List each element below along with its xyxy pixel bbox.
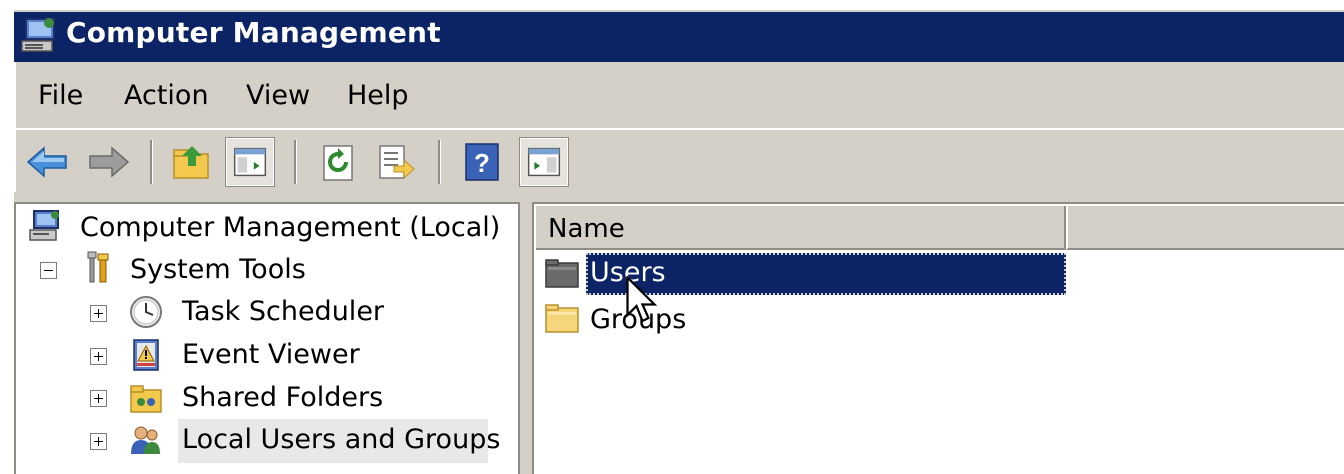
folder-icon: [545, 304, 579, 333]
console-tree-icon: [233, 147, 267, 177]
action-pane-icon: [527, 147, 561, 177]
up-one-level-button[interactable]: [168, 138, 216, 186]
help-button[interactable]: ?: [458, 138, 506, 186]
tree-item-local-users-and-groups[interactable]: Local Users and Groups: [182, 424, 500, 455]
toolbar-separator: [294, 140, 297, 184]
column-header-empty[interactable]: [1066, 206, 1344, 250]
forward-button[interactable]: [84, 138, 132, 186]
window-title: Computer Management: [66, 16, 441, 49]
pane-splitter[interactable]: [520, 192, 532, 474]
refresh-icon: [323, 145, 353, 181]
export-list-button[interactable]: [372, 138, 420, 186]
folder-dark-icon: [545, 259, 579, 288]
computer-management-icon: [21, 18, 55, 52]
back-button[interactable]: [24, 138, 72, 186]
toolbar-separator: [438, 140, 441, 184]
users-groups-icon: [131, 426, 160, 454]
event-viewer-expand-toggle[interactable]: [90, 348, 107, 365]
local-users-groups-expand-toggle[interactable]: [90, 433, 107, 450]
task-scheduler-expand-toggle[interactable]: [90, 305, 107, 322]
show-hide-console-tree-button[interactable]: [225, 137, 275, 187]
back-arrow-icon: [26, 146, 67, 178]
refresh-button[interactable]: [314, 138, 362, 186]
tree-item-event-viewer[interactable]: Event Viewer: [182, 339, 360, 370]
toolbar-separator: [150, 140, 153, 184]
event-viewer-icon: [133, 339, 159, 371]
tree-root-computer-management[interactable]: Computer Management (Local): [80, 212, 500, 243]
menu-action[interactable]: Action: [124, 80, 209, 111]
menu-help[interactable]: Help: [347, 80, 409, 111]
tree-item-shared-folders[interactable]: Shared Folders: [182, 382, 383, 413]
folder-up-icon: [173, 146, 209, 179]
tree-item-system-tools[interactable]: System Tools: [130, 254, 306, 285]
shared-folders-expand-toggle[interactable]: [90, 390, 107, 407]
window-edge: [0, 0, 14, 474]
mouse-pointer-icon: [626, 276, 658, 323]
help-icon: ?: [465, 143, 499, 181]
clock-icon: [130, 296, 162, 328]
menu-view[interactable]: View: [246, 80, 310, 111]
svg-text:?: ?: [474, 148, 490, 178]
show-hide-action-pane-button[interactable]: [519, 137, 569, 187]
tree-item-task-scheduler[interactable]: Task Scheduler: [182, 296, 384, 327]
menu-file[interactable]: File: [38, 80, 83, 111]
computer-management-icon: [29, 210, 59, 241]
forward-arrow-icon: [89, 146, 130, 178]
tools-icon: [87, 251, 109, 283]
toolbar-bottom-gap: [14, 192, 1344, 202]
column-header-name-label: Name: [548, 214, 625, 244]
menu-bar: [14, 62, 1344, 128]
export-list-icon: [379, 145, 415, 180]
shared-folders-icon: [130, 385, 162, 413]
system-tools-collapse-toggle[interactable]: [40, 262, 57, 279]
